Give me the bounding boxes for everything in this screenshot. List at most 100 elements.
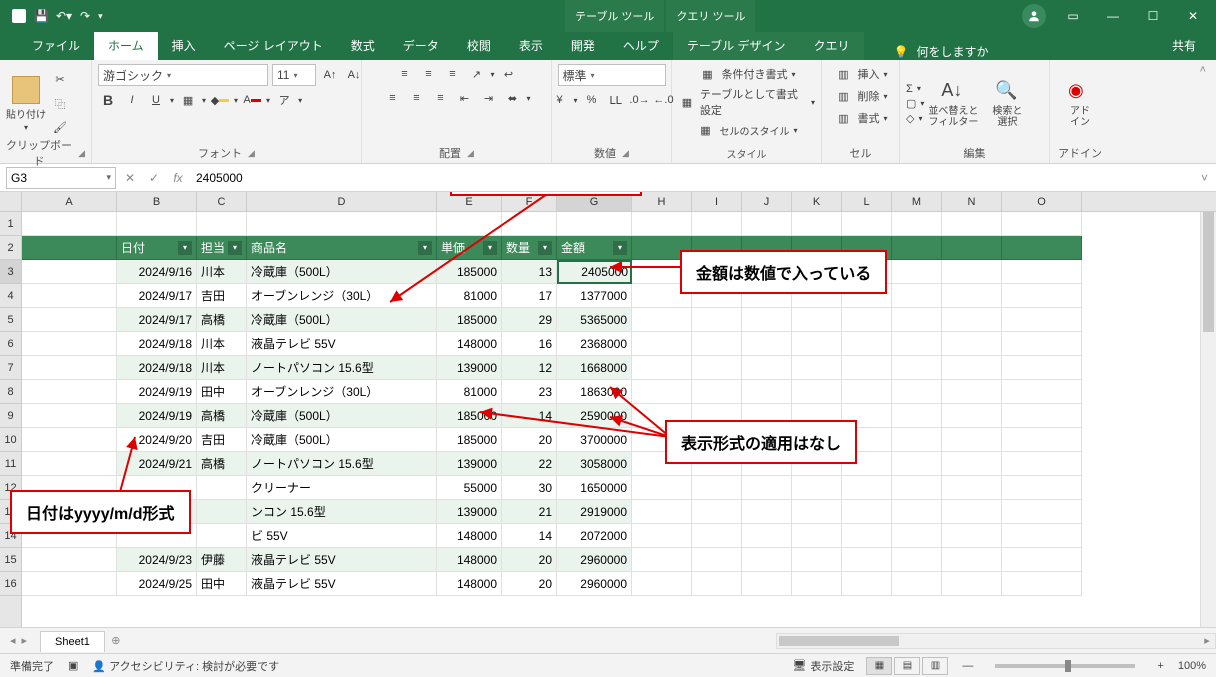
cell[interactable]: 2024/9/17 <box>117 284 197 308</box>
tab-view[interactable]: 表示 <box>505 31 557 60</box>
shrink-font-icon[interactable]: A↓ <box>344 65 364 85</box>
cell[interactable]: 2960000 <box>557 548 632 572</box>
row-header-4[interactable]: 4 <box>0 284 21 308</box>
cell[interactable] <box>892 212 942 236</box>
row-header-6[interactable]: 6 <box>0 332 21 356</box>
filter-button-date[interactable] <box>178 241 192 255</box>
cell[interactable] <box>22 572 117 596</box>
cell[interactable] <box>22 356 117 380</box>
cell[interactable] <box>792 212 842 236</box>
cell[interactable]: 30 <box>502 476 557 500</box>
accessibility-status[interactable]: 👤 アクセシビリティ: 検討が必要です <box>92 658 279 674</box>
column-header-J[interactable]: J <box>742 192 792 211</box>
number-format-combo[interactable]: 標準▾ <box>558 64 666 86</box>
cell[interactable] <box>892 428 942 452</box>
table-header-qty[interactable]: 数量 <box>502 236 557 260</box>
cell[interactable] <box>842 380 892 404</box>
cell[interactable]: 14 <box>502 524 557 548</box>
cell[interactable]: 冷蔵庫（500L） <box>247 308 437 332</box>
align-top-icon[interactable]: ≡ <box>394 64 414 84</box>
currency-icon[interactable]: ¥ <box>550 90 570 110</box>
cell[interactable] <box>942 572 1002 596</box>
cell[interactable] <box>792 500 842 524</box>
alignment-dialog-launcher[interactable]: ◢ <box>467 148 474 159</box>
cell[interactable]: 川本 <box>197 332 247 356</box>
autosum-button[interactable]: Σ▾ <box>906 83 924 95</box>
user-avatar[interactable] <box>1022 4 1046 28</box>
row-header-2[interactable]: 2 <box>0 236 21 260</box>
cell[interactable] <box>22 404 117 428</box>
cell[interactable]: 148000 <box>437 548 502 572</box>
tell-me[interactable]: 💡 何をしますか <box>894 43 989 60</box>
cell[interactable] <box>22 380 117 404</box>
tab-insert[interactable]: 挿入 <box>158 31 210 60</box>
cell[interactable]: 29 <box>502 308 557 332</box>
cell[interactable] <box>1002 380 1082 404</box>
display-settings-button[interactable]: 🖥表示設定 <box>792 657 854 675</box>
cell[interactable]: オーブンレンジ（30L） <box>247 380 437 404</box>
cell[interactable] <box>842 500 892 524</box>
merge-cells-icon[interactable]: ⬌ <box>502 88 522 108</box>
cell[interactable]: 液晶テレビ 55V <box>247 548 437 572</box>
cell[interactable] <box>1002 236 1082 260</box>
cell[interactable] <box>502 212 557 236</box>
format-as-table-button[interactable]: ▦テーブルとして書式設定▾ <box>678 86 815 118</box>
fill-button[interactable]: ▢▾ <box>906 97 924 110</box>
row-header-3[interactable]: 3 <box>0 260 21 284</box>
cell[interactable]: 2024/9/18 <box>117 356 197 380</box>
cell[interactable] <box>942 500 1002 524</box>
cell[interactable] <box>632 548 692 572</box>
font-color-button[interactable]: A <box>242 90 262 110</box>
cell[interactable] <box>842 356 892 380</box>
cell[interactable]: 1377000 <box>557 284 632 308</box>
cell[interactable]: 冷蔵庫（500L） <box>247 260 437 284</box>
cell[interactable] <box>892 284 942 308</box>
table-header-amount[interactable]: 金額 <box>557 236 632 260</box>
clear-button[interactable]: ◇▾ <box>906 112 924 125</box>
cell[interactable]: 14 <box>502 404 557 428</box>
cell[interactable]: 2024/9/17 <box>117 308 197 332</box>
align-left-icon[interactable]: ≡ <box>382 88 402 108</box>
cell[interactable]: 185000 <box>437 404 502 428</box>
cell[interactable] <box>22 452 117 476</box>
view-page-layout-button[interactable]: ▤ <box>894 657 920 675</box>
table-header-product[interactable]: 商品名 <box>247 236 437 260</box>
cell[interactable]: 55000 <box>437 476 502 500</box>
cell[interactable] <box>632 572 692 596</box>
cell[interactable] <box>22 260 117 284</box>
cell[interactable]: 12 <box>502 356 557 380</box>
ribbon-options-icon[interactable]: ▭ <box>1060 6 1086 26</box>
cell[interactable]: 冷蔵庫（500L） <box>247 428 437 452</box>
column-header-L[interactable]: L <box>842 192 892 211</box>
cell[interactable]: 185000 <box>437 428 502 452</box>
cell[interactable] <box>792 332 842 356</box>
tab-table-design[interactable]: テーブル デザイン <box>673 31 800 60</box>
view-normal-button[interactable]: ▦ <box>866 657 892 675</box>
cell[interactable]: 185000 <box>437 260 502 284</box>
cell[interactable] <box>632 476 692 500</box>
cell[interactable] <box>942 260 1002 284</box>
cell[interactable] <box>892 476 942 500</box>
filter-button-staff[interactable] <box>228 241 242 255</box>
cell[interactable]: 2368000 <box>557 332 632 356</box>
cell[interactable] <box>632 356 692 380</box>
align-bottom-icon[interactable]: ≡ <box>442 64 462 84</box>
row-header-5[interactable]: 5 <box>0 308 21 332</box>
cell[interactable] <box>22 284 117 308</box>
cell[interactable]: 冷蔵庫（500L） <box>247 404 437 428</box>
cell[interactable] <box>942 284 1002 308</box>
column-header-M[interactable]: M <box>892 192 942 211</box>
cell[interactable]: 2919000 <box>557 500 632 524</box>
cell[interactable] <box>942 356 1002 380</box>
cell[interactable] <box>792 548 842 572</box>
conditional-format-button[interactable]: ▦条件付き書式▾ <box>697 64 795 84</box>
phonetic-button[interactable]: ア <box>274 90 294 110</box>
cancel-formula-icon[interactable]: ✕ <box>118 167 142 189</box>
cell[interactable]: オーブンレンジ（30L） <box>247 284 437 308</box>
cell[interactable] <box>792 524 842 548</box>
cell[interactable] <box>692 548 742 572</box>
cell[interactable] <box>792 476 842 500</box>
cut-icon[interactable]: ✂ <box>50 70 70 90</box>
cell[interactable] <box>22 428 117 452</box>
cell[interactable] <box>1002 500 1082 524</box>
